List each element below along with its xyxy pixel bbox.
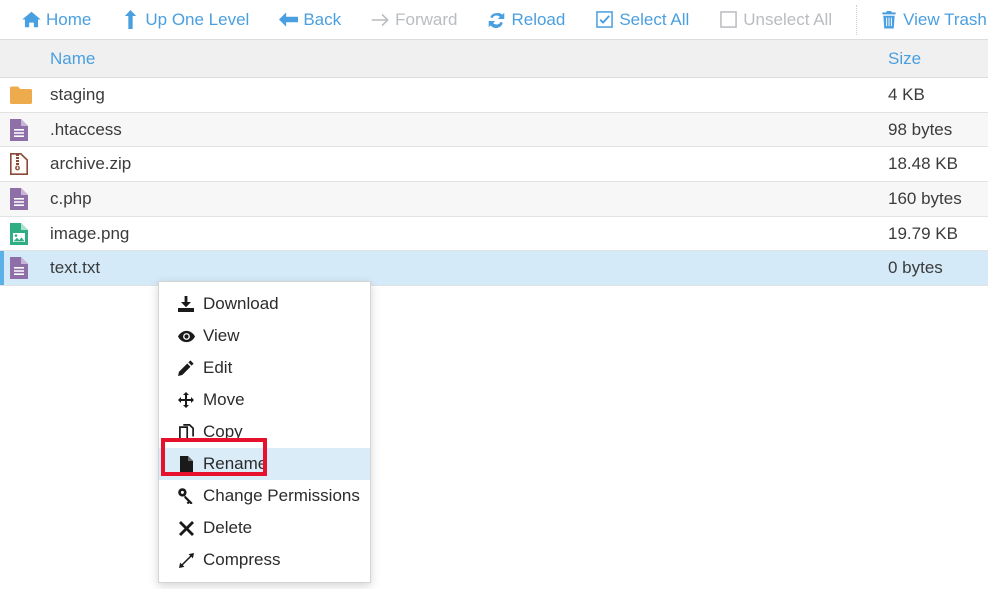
home-icon — [22, 10, 41, 29]
close-x-icon — [177, 519, 195, 537]
key-icon — [177, 487, 195, 505]
toolbar-button-unselect-all: Unselect All — [719, 0, 833, 39]
file-size-cell: 18.48 KB — [888, 154, 958, 174]
context-menu-item-move[interactable]: Move — [159, 384, 370, 416]
toolbar-button-label: View Trash — [903, 9, 987, 29]
archive-icon — [0, 153, 50, 176]
arrow-left-icon — [279, 10, 299, 29]
trash-icon — [879, 10, 898, 29]
toolbar-button-label: Up One Level — [145, 9, 250, 29]
toolbar-button-back[interactable]: Back — [279, 0, 342, 39]
context-menu-item-copy[interactable]: Copy — [159, 416, 370, 448]
toolbar-button-up-one-level[interactable]: Up One Level — [121, 0, 250, 39]
table-header-row: Name Size — [0, 40, 988, 78]
context-menu-item-rename[interactable]: Rename — [159, 448, 370, 480]
checkbox-checked-icon — [595, 10, 614, 29]
context-menu-item-label: Download — [203, 294, 279, 313]
download-icon — [177, 295, 195, 313]
toolbar-button-select-all[interactable]: Select All — [595, 0, 690, 39]
pencil-icon — [177, 359, 195, 377]
file-name-cell[interactable]: staging — [50, 85, 888, 105]
context-menu-item-change-permissions[interactable]: Change Permissions — [159, 480, 370, 512]
folder-icon — [0, 86, 50, 104]
table-row[interactable]: .htaccess 98 bytes — [0, 112, 988, 148]
toolbar-button-reload[interactable]: Reload — [487, 0, 566, 39]
file-name-cell[interactable]: archive.zip — [50, 154, 888, 174]
toolbar-divider — [856, 4, 858, 35]
copy-icon — [177, 423, 195, 441]
context-menu-item-compress[interactable]: Compress — [159, 544, 370, 576]
context-menu-item-label: Edit — [203, 358, 233, 377]
context-menu-item-label: Change Permissions — [203, 486, 360, 505]
eye-icon — [177, 327, 195, 345]
table-row[interactable]: text.txt 0 bytes — [0, 251, 988, 287]
context-menu-item-label: Move — [203, 390, 245, 409]
arrow-up-icon — [121, 10, 140, 29]
toolbar-button-home[interactable]: Home — [22, 0, 92, 39]
toolbar-button-label: Unselect All — [743, 9, 833, 29]
file-name-cell[interactable]: text.txt — [50, 258, 888, 278]
file-icon — [0, 257, 50, 280]
context-menu-item-label: Copy — [203, 422, 243, 441]
reload-icon — [487, 10, 506, 29]
file-size-cell: 19.79 KB — [888, 223, 958, 243]
compress-icon — [177, 551, 195, 569]
toolbar-button-label: Back — [303, 9, 342, 29]
move-icon — [177, 391, 195, 409]
context-menu-item-view[interactable]: View — [159, 320, 370, 352]
context-menu-item-download[interactable]: Download — [159, 288, 370, 320]
toolbar: Home Up One Level Back Forward Reload Select … — [0, 0, 988, 40]
table-row[interactable]: archive.zip 18.48 KB — [0, 147, 988, 183]
context-menu-item-label: Delete — [203, 518, 253, 537]
column-header-name[interactable]: Name — [50, 49, 888, 69]
context-menu: Download View Edit Move Copy Rename Change Per… — [158, 281, 371, 583]
context-menu-item-label: Compress — [203, 550, 281, 569]
toolbar-button-label: Home — [46, 9, 92, 29]
table-row[interactable]: image.png 19.79 KB — [0, 216, 988, 252]
context-menu-item-label: Rename — [203, 454, 268, 473]
arrow-right-icon — [371, 10, 390, 29]
context-menu-item-edit[interactable]: Edit — [159, 352, 370, 384]
table-row[interactable]: c.php 160 bytes — [0, 182, 988, 217]
context-menu-item-label: View — [203, 326, 240, 345]
file-icon — [0, 118, 50, 141]
toolbar-button-label: Reload — [511, 9, 566, 29]
file-manager-window: Home Up One Level Back Forward Reload Select … — [0, 0, 988, 589]
file-size-cell: 4 KB — [888, 84, 925, 104]
rename-icon — [177, 455, 195, 473]
context-menu-item-delete[interactable]: Delete — [159, 512, 370, 544]
table-row[interactable]: staging 4 KB — [0, 78, 988, 113]
file-list-table: Name Size staging 4 KB .htaccess 98 bytes ar… — [0, 40, 988, 287]
file-name-cell[interactable]: c.php — [50, 189, 888, 209]
toolbar-button-label: Select All — [619, 9, 690, 29]
image-icon — [0, 222, 50, 245]
file-size-cell: 160 bytes — [888, 188, 962, 208]
toolbar-button-label: Forward — [395, 9, 458, 29]
file-size-cell: 0 bytes — [888, 258, 943, 278]
toolbar-button-view-trash[interactable]: View Trash — [879, 0, 987, 39]
file-name-cell[interactable]: .htaccess — [50, 120, 888, 140]
file-name-cell[interactable]: image.png — [50, 224, 888, 244]
file-icon — [0, 187, 50, 210]
column-header-size[interactable]: Size — [888, 49, 988, 69]
checkbox-empty-icon — [719, 10, 738, 29]
file-size-cell: 98 bytes — [888, 119, 953, 139]
toolbar-button-forward: Forward — [371, 0, 458, 39]
